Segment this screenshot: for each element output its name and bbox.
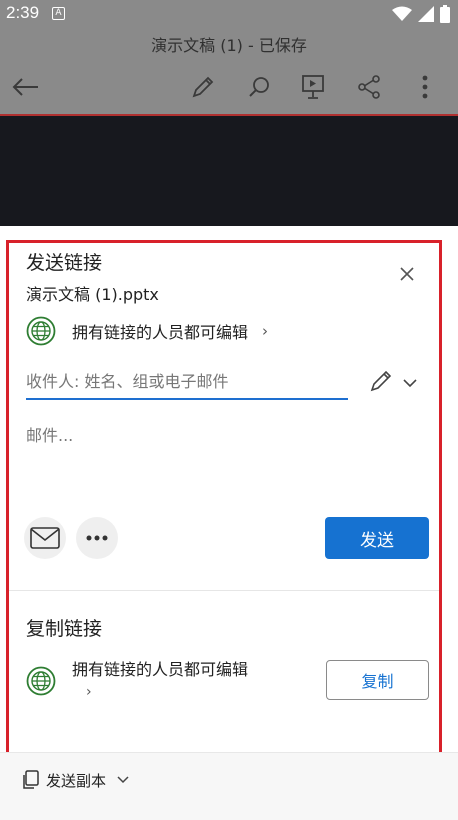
slide-preview: [0, 116, 458, 226]
more-apps-button[interactable]: [76, 517, 118, 559]
send-button[interactable]: 发送: [325, 517, 429, 559]
wifi-icon: [392, 6, 412, 21]
edit-permission-button[interactable]: [368, 368, 394, 394]
copy-link-title: 复制链接: [26, 618, 103, 640]
mail-icon: [30, 527, 60, 549]
document-title: 演示文稿 (1) - 已保存: [151, 36, 307, 55]
pencil-icon[interactable]: [186, 70, 220, 104]
copy-permission-text[interactable]: 拥有链接的人员都可编辑: [72, 656, 248, 680]
share-icon[interactable]: [352, 70, 386, 104]
file-name: 演示文稿 (1).pptx: [26, 285, 159, 304]
mail-app-button[interactable]: [24, 517, 66, 559]
recipient-input[interactable]: [26, 364, 348, 400]
close-icon: [400, 267, 414, 281]
copy-button[interactable]: 复制: [326, 660, 429, 700]
status-bar: 2:39 A: [0, 0, 458, 28]
section-divider: [6, 590, 442, 591]
send-link-title: 发送链接: [26, 252, 103, 274]
back-arrow-icon[interactable]: [8, 70, 42, 104]
chevron-down-icon: [403, 379, 417, 388]
send-copy-label: 发送副本: [46, 771, 107, 790]
status-icons: [392, 5, 450, 23]
present-icon[interactable]: [296, 70, 330, 104]
permission-text: 拥有链接的人员都可编辑: [72, 323, 249, 342]
chevron-down-icon: [117, 776, 129, 784]
status-time: 2:39: [6, 3, 40, 22]
notification-badge: A: [52, 7, 65, 20]
permission-dropdown-button[interactable]: [402, 374, 418, 388]
globe-icon: [26, 316, 56, 346]
more-horizontal-icon: [86, 535, 108, 541]
chevron-right-icon: ›: [262, 322, 269, 340]
toolbar: [0, 58, 458, 116]
globe-icon: [26, 666, 56, 700]
link-permission-setting[interactable]: 拥有链接的人员都可编辑 ›: [26, 316, 268, 346]
pencil-icon: [370, 370, 392, 392]
signal-icon: [418, 6, 434, 22]
title-bar: 演示文稿 (1) - 已保存: [0, 28, 458, 58]
send-copy-button[interactable]: 发送副本: [20, 768, 136, 792]
search-icon[interactable]: [242, 70, 276, 104]
message-input[interactable]: [26, 422, 426, 502]
battery-icon: [440, 5, 450, 23]
close-button[interactable]: [395, 262, 419, 286]
more-vertical-icon[interactable]: [408, 70, 442, 104]
copy-document-icon: [23, 770, 39, 789]
chevron-right-icon[interactable]: ›: [86, 684, 92, 700]
